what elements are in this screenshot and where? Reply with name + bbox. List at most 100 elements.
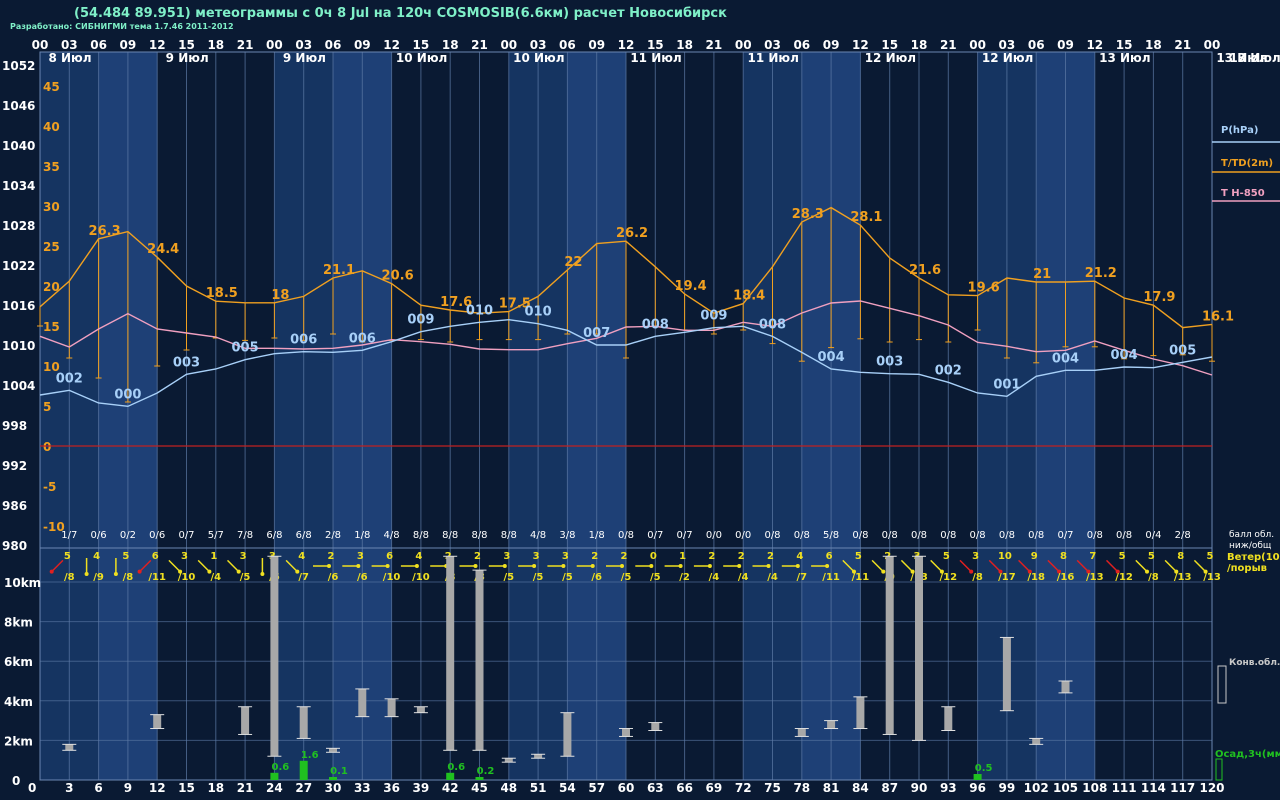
pressure-axis-label: 1046 xyxy=(2,99,35,113)
pressure-axis-label: 1004 xyxy=(2,379,35,393)
pressure-code-label: 001 xyxy=(993,377,1020,392)
precip-bar xyxy=(329,777,337,780)
temp-value-label: 19.6 xyxy=(968,281,1000,296)
cloud-bar xyxy=(1032,738,1041,745)
temp-value-label: 16.1 xyxy=(1202,309,1234,324)
temp-value-label: 26.2 xyxy=(616,226,648,241)
wind-arrow xyxy=(1193,559,1207,573)
cloud-fraction-label: 0/0 xyxy=(735,530,751,541)
wind-speed-label: 4 xyxy=(93,551,100,562)
temp-value-label: 20.6 xyxy=(382,269,414,284)
precip-label: 0.5 xyxy=(975,763,993,774)
pressure-axis-label: 1028 xyxy=(2,219,35,233)
cloud-fraction-label: 0/7 xyxy=(178,530,194,541)
pressure-axis-label: 1016 xyxy=(2,299,35,313)
cloud-fraction-label: 0/8 xyxy=(1116,530,1132,541)
bottom-hour-label: 15 xyxy=(178,781,195,795)
cloud-bar xyxy=(797,728,806,737)
pressure-code-label: 008 xyxy=(759,317,786,332)
hour-tick-label: 12 xyxy=(618,38,635,52)
wind-gust-label: /13 xyxy=(1203,572,1221,583)
cloud-fraction-label: 6/8 xyxy=(266,530,282,541)
wind-speed-label: 8 xyxy=(1177,551,1184,562)
meteogram: (54.484 89.951) метеограммы с 0ч 8 Jul н… xyxy=(0,0,1280,800)
cloud-bar xyxy=(563,712,572,757)
pressure-code-label: 006 xyxy=(349,331,376,346)
hour-tick-label: 15 xyxy=(881,38,898,52)
bottom-hour-label: 63 xyxy=(647,781,664,795)
wind-arrow-head xyxy=(825,564,830,568)
temp-axis-label: 25 xyxy=(43,240,60,254)
hour-tick-label: 03 xyxy=(530,38,547,52)
cloud-bar xyxy=(915,556,923,741)
wind-gust-label: /9 xyxy=(93,572,104,583)
cloud-bar xyxy=(651,722,660,731)
cloud-bar xyxy=(475,570,484,751)
wind-gust-label: /5 xyxy=(621,572,632,583)
wind-gust-label: /8 xyxy=(1148,572,1159,583)
bottom-hour-label: 0 xyxy=(28,781,36,795)
pressure-code-label: 008 xyxy=(642,317,669,332)
hour-tick-label: 18 xyxy=(911,38,928,52)
wind-gust-label: /6 xyxy=(591,572,602,583)
wind-arrow-head xyxy=(707,564,712,568)
wind-arrow-head xyxy=(260,572,265,576)
wind-speed-label: 5 xyxy=(943,551,950,562)
wind-speed-label: 0 xyxy=(650,551,657,562)
wind-arrow-head xyxy=(678,564,683,568)
precip-bar xyxy=(299,760,308,780)
pressure-axis-label: 1040 xyxy=(2,139,35,153)
cloud-fraction-label: 1/7 xyxy=(61,530,77,541)
pressure-code-label: 006 xyxy=(290,333,317,348)
wind-arrow xyxy=(900,559,914,573)
hour-tick-label: 15 xyxy=(413,38,430,52)
wind-speed-label: 2 xyxy=(621,551,628,562)
bottom-hour-label: 54 xyxy=(559,781,576,795)
wind-arrow-head xyxy=(649,564,654,568)
bottom-hour-label: 33 xyxy=(354,781,371,795)
precip-legend: Осад,3ч(мм) xyxy=(1215,749,1280,760)
wind-speed-label: 5 xyxy=(1119,551,1126,562)
bottom-hour-label: 42 xyxy=(442,781,459,795)
pressure-axis-label: 980 xyxy=(2,539,27,553)
legend-label: P(hPa) xyxy=(1221,125,1258,136)
wind-gust-label: /8 xyxy=(972,572,983,583)
pressure-code-label: 010 xyxy=(466,303,493,318)
temp-value-label: 21.1 xyxy=(323,263,355,278)
wind-gust-label: /13 xyxy=(1174,572,1192,583)
wind-gust-label: /5 xyxy=(562,572,573,583)
wind-arrow-head xyxy=(84,572,89,576)
cloud-fraction-label: 4/8 xyxy=(384,530,400,541)
cloud-fraction-label: 5/8 xyxy=(823,530,839,541)
cloud-fraction-label: 2/8 xyxy=(1175,530,1191,541)
day-label: 11 Июл xyxy=(630,51,681,65)
pressure-code-label: 002 xyxy=(56,371,83,386)
pressure-code-label: 003 xyxy=(876,355,903,370)
pressure-axis-label: 986 xyxy=(2,499,27,513)
hour-tick-label: 03 xyxy=(295,38,312,52)
day-label: 13 Июл xyxy=(1099,51,1150,65)
bottom-hour-label: 51 xyxy=(530,781,547,795)
cloud-bar xyxy=(153,714,162,729)
wind-arrow-head xyxy=(561,564,566,568)
hour-tick-label: 00 xyxy=(500,38,517,52)
wind-gust-label: /4 xyxy=(709,572,720,583)
hour-tick-label: 00 xyxy=(266,38,283,52)
wind-arrow-head xyxy=(414,564,419,568)
cloud-fraction-label: 0/7 xyxy=(1057,530,1073,541)
wind-gust-label: /5 xyxy=(533,572,544,583)
cloud-fraction-label: 0/8 xyxy=(999,530,1015,541)
wind-speed-label: 4 xyxy=(298,551,305,562)
temp-axis-label: 0 xyxy=(43,440,51,454)
wind-arrow-head xyxy=(113,572,118,576)
wind-arrow-head xyxy=(385,564,390,568)
temp-value-label: 21.2 xyxy=(1085,266,1117,281)
wind-arrow xyxy=(930,559,943,573)
cloud-fraction-label: 0/6 xyxy=(149,530,165,541)
cloud-fraction-label: 8/8 xyxy=(501,530,517,541)
hour-tick-label: 12 xyxy=(149,38,166,52)
cloud-bar xyxy=(416,706,425,713)
wind-gust-label: /6 xyxy=(357,572,368,583)
pressure-axis-label: 998 xyxy=(2,419,27,433)
precip-label: 0.6 xyxy=(447,762,465,773)
